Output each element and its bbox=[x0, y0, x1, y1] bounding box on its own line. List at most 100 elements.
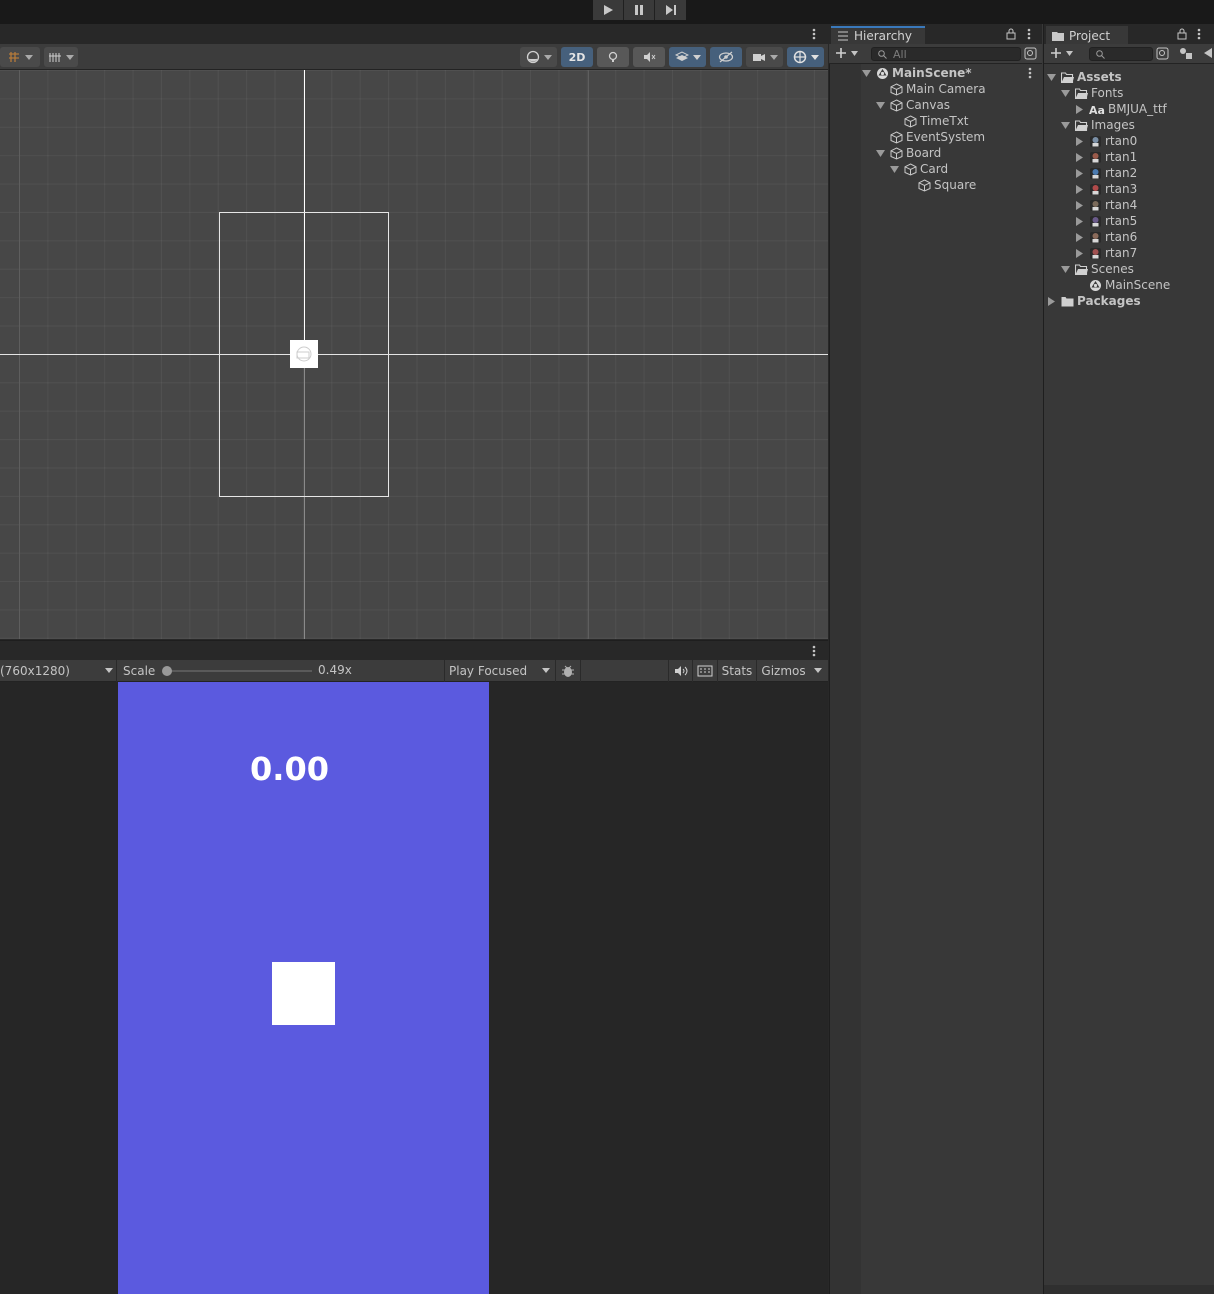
play-button[interactable] bbox=[593, 0, 624, 20]
expand-arrow-right-icon[interactable] bbox=[1075, 184, 1084, 194]
expand-arrow-right-icon[interactable] bbox=[1075, 104, 1084, 114]
scene-camera-button[interactable] bbox=[746, 47, 783, 67]
scale-label: Scale bbox=[123, 664, 156, 678]
project-item[interactable]: rtan3 bbox=[1075, 181, 1137, 197]
sprite-icon bbox=[1090, 231, 1101, 243]
project-item[interactable]: rtan5 bbox=[1075, 213, 1137, 229]
expand-arrow-down-icon[interactable] bbox=[1061, 89, 1070, 98]
project-item[interactable]: Images bbox=[1061, 117, 1135, 133]
hierarchy-item[interactable]: Board bbox=[876, 145, 941, 161]
chevron-down-icon[interactable] bbox=[814, 668, 822, 673]
grid-visibility-button[interactable] bbox=[44, 47, 78, 67]
list-icon bbox=[838, 31, 848, 41]
project-item[interactable]: rtan2 bbox=[1075, 165, 1137, 181]
gameobject-icon bbox=[890, 82, 903, 96]
hierarchy-item-label: MainScene* bbox=[892, 66, 972, 80]
project-item[interactable]: rtan6 bbox=[1075, 229, 1137, 245]
expand-arrow-down-icon[interactable] bbox=[876, 149, 885, 158]
project-item[interactable]: rtan7 bbox=[1075, 245, 1137, 261]
collapse-icon[interactable] bbox=[1204, 48, 1212, 58]
gizmos-toggle[interactable]: Gizmos bbox=[757, 660, 810, 682]
create-dropdown[interactable] bbox=[835, 47, 858, 59]
mute-audio-button[interactable] bbox=[668, 660, 693, 682]
expand-arrow-right-icon[interactable] bbox=[1075, 216, 1084, 226]
expand-arrow-right-icon[interactable] bbox=[1075, 136, 1084, 146]
kebab-menu-icon[interactable] bbox=[1026, 28, 1032, 40]
project-item[interactable]: rtan0 bbox=[1075, 133, 1137, 149]
search-scene-icon[interactable] bbox=[1024, 47, 1037, 60]
expand-arrow-right-icon[interactable] bbox=[1047, 296, 1056, 306]
project-item[interactable]: Packages bbox=[1047, 293, 1141, 309]
gizmos-button[interactable] bbox=[787, 47, 824, 67]
tab-hierarchy[interactable]: Hierarchy bbox=[831, 26, 925, 44]
hierarchy-search[interactable]: All bbox=[871, 47, 1021, 61]
expand-arrow-down-icon[interactable] bbox=[1061, 121, 1070, 130]
tab-project[interactable]: Project bbox=[1046, 26, 1128, 44]
project-item[interactable]: Assets bbox=[1047, 69, 1122, 85]
scale-slider-track[interactable] bbox=[167, 670, 312, 672]
kebab-menu-icon[interactable] bbox=[811, 645, 817, 657]
hierarchy-item[interactable]: Main Camera bbox=[876, 81, 986, 97]
lighting-toggle[interactable] bbox=[597, 47, 629, 67]
expand-arrow-down-icon[interactable] bbox=[1047, 73, 1056, 82]
expand-arrow-right-icon[interactable] bbox=[1075, 152, 1084, 162]
audio-toggle[interactable] bbox=[633, 47, 665, 67]
hierarchy-item[interactable]: TimeTxt bbox=[890, 113, 969, 129]
shading-mode-button[interactable] bbox=[520, 47, 557, 67]
chevron-down-icon bbox=[66, 54, 74, 60]
filter-by-label-icon[interactable] bbox=[1179, 47, 1193, 60]
resolution-dropdown[interactable]: (760x1280) bbox=[0, 660, 117, 682]
expand-arrow-down-icon[interactable] bbox=[1061, 265, 1070, 274]
create-asset-dropdown[interactable] bbox=[1050, 47, 1073, 59]
hierarchy-item[interactable]: Card bbox=[890, 161, 948, 177]
hierarchy-item[interactable]: Canvas bbox=[876, 97, 950, 113]
kebab-menu-icon[interactable] bbox=[811, 28, 817, 40]
step-button[interactable] bbox=[655, 0, 686, 20]
project-item[interactable]: Scenes bbox=[1061, 261, 1134, 277]
project-search[interactable] bbox=[1089, 47, 1153, 61]
sprite-icon bbox=[1090, 151, 1101, 163]
unity-scene-icon bbox=[1090, 279, 1101, 291]
pause-button[interactable] bbox=[624, 0, 655, 20]
chevron-down-icon bbox=[851, 50, 858, 56]
project-item[interactable]: rtan4 bbox=[1075, 197, 1137, 213]
grid-snapping-button[interactable] bbox=[0, 47, 40, 67]
project-item-label: rtan4 bbox=[1105, 198, 1138, 212]
hierarchy-item[interactable]: MainScene* bbox=[862, 65, 972, 81]
effects-button[interactable] bbox=[669, 47, 706, 67]
scale-slider-thumb[interactable] bbox=[162, 666, 172, 676]
lock-icon[interactable] bbox=[1006, 28, 1016, 40]
chevron-down-icon bbox=[692, 54, 701, 60]
kebab-menu-icon[interactable] bbox=[1027, 67, 1033, 79]
search-placeholder: All bbox=[893, 47, 907, 61]
search-by-type-icon[interactable] bbox=[1156, 47, 1169, 60]
scene-viewport[interactable] bbox=[0, 70, 828, 639]
expand-arrow-right-icon[interactable] bbox=[1075, 168, 1084, 178]
shortcuts-button[interactable] bbox=[693, 660, 718, 682]
expand-arrow-down-icon[interactable] bbox=[876, 101, 885, 110]
project-item[interactable]: Fonts bbox=[1061, 85, 1123, 101]
stats-button[interactable]: Stats bbox=[718, 660, 757, 682]
expand-arrow-right-icon[interactable] bbox=[1075, 248, 1084, 258]
game-render-area[interactable]: 0.00 bbox=[118, 682, 489, 1294]
project-item[interactable]: MainScene bbox=[1075, 277, 1170, 293]
debug-button[interactable] bbox=[556, 660, 581, 682]
project-item-label: rtan2 bbox=[1105, 166, 1138, 180]
hierarchy-item[interactable]: Square bbox=[904, 177, 976, 193]
kebab-menu-icon[interactable] bbox=[1196, 28, 1202, 40]
hierarchy-item-label: EventSystem bbox=[906, 130, 986, 144]
expand-arrow-down-icon[interactable] bbox=[890, 165, 899, 174]
expand-arrow-right-icon[interactable] bbox=[1075, 232, 1084, 242]
folder-open-icon bbox=[1075, 119, 1088, 131]
scene-visibility-toggle[interactable] bbox=[710, 47, 742, 67]
expand-arrow-right-icon[interactable] bbox=[1075, 200, 1084, 210]
toggle-2d-button[interactable]: 2D bbox=[561, 47, 593, 67]
folder-open-icon bbox=[1061, 71, 1074, 83]
lock-icon[interactable] bbox=[1177, 28, 1187, 40]
light-bulb-icon bbox=[608, 51, 618, 62]
hierarchy-item[interactable]: EventSystem bbox=[876, 129, 985, 145]
project-item[interactable]: Aa BMJUA_ttf bbox=[1075, 101, 1167, 117]
project-item[interactable]: rtan1 bbox=[1075, 149, 1137, 165]
play-mode-dropdown[interactable]: Play Focused bbox=[445, 660, 556, 682]
expand-arrow-down-icon[interactable] bbox=[862, 69, 871, 78]
